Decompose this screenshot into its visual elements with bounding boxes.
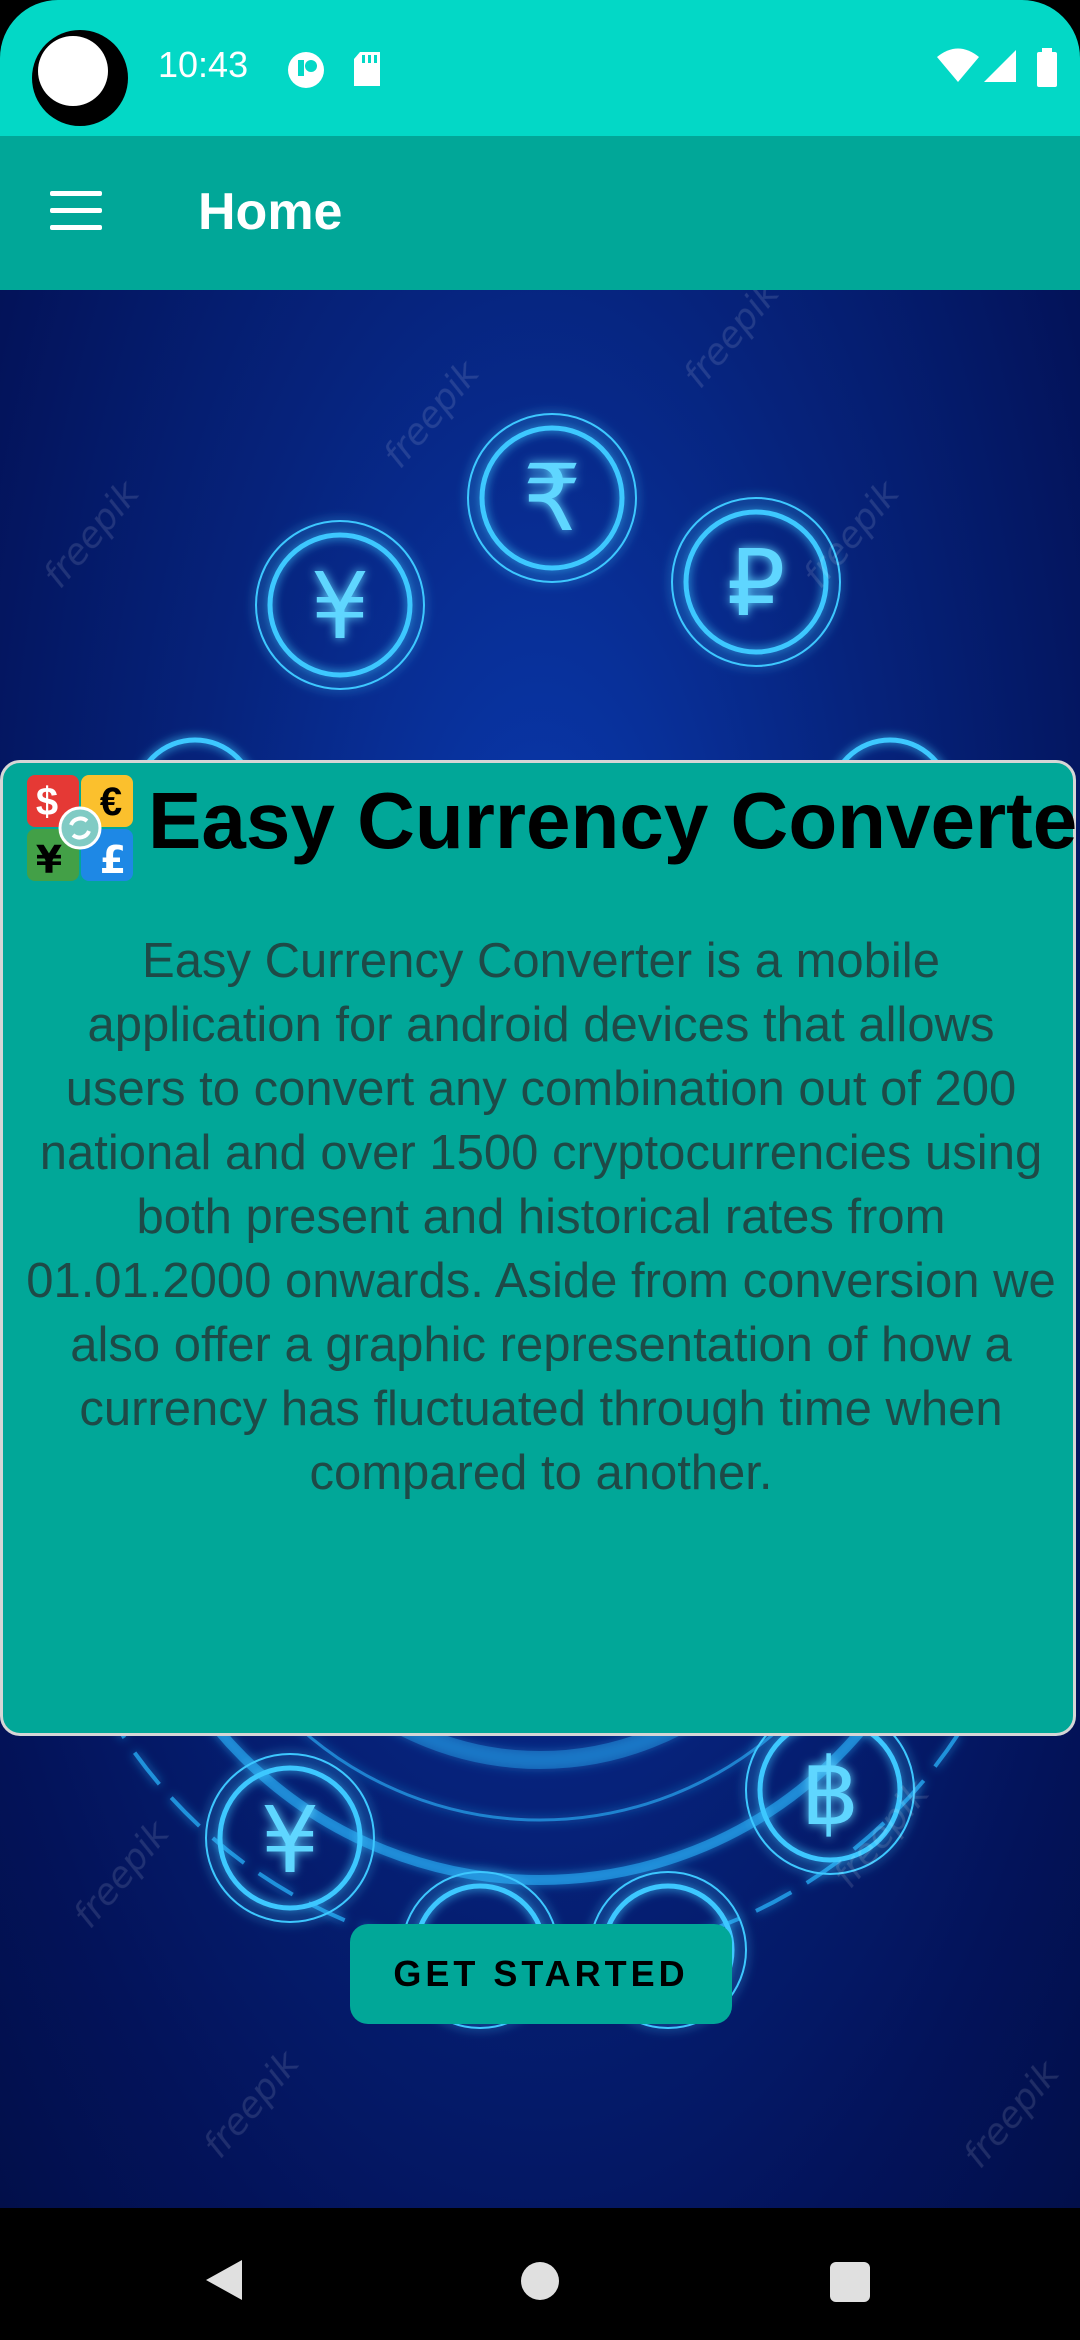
svg-text:¥: ¥: [36, 838, 62, 882]
cellular-signal-icon: [984, 50, 1016, 82]
back-icon[interactable]: [204, 2258, 244, 2302]
hamburger-menu-icon[interactable]: [50, 191, 104, 233]
svg-text:freepik: freepik: [375, 352, 488, 476]
system-navigation-bar: [0, 2208, 1080, 2340]
svg-text:$: $: [36, 780, 58, 824]
app-notification-icon: [288, 52, 324, 88]
svg-text:freepik: freepik: [65, 1812, 178, 1936]
ruble-symbol: ₽: [727, 530, 786, 637]
yen-symbol-bottom: ¥: [261, 1787, 320, 1894]
svg-text:freepik: freepik: [195, 2042, 308, 2166]
phone-screen: 10:43 Home ¥ ₹ ₽ ¥ ฿ freepik freepik fre…: [0, 0, 1080, 2340]
sd-card-icon: [354, 52, 380, 86]
page-title: Home: [198, 183, 343, 241]
app-info-card: $ € ¥ £ Easy Currency Converter Easy Cur…: [0, 760, 1080, 1736]
card-title: Easy Currency Converter: [148, 776, 1080, 865]
status-bar: 10:43: [0, 0, 1080, 136]
svg-text:freepik: freepik: [795, 472, 908, 596]
wifi-icon: [937, 48, 979, 82]
svg-text:freepik: freepik: [35, 472, 148, 596]
home-icon[interactable]: [521, 2262, 559, 2300]
baht-symbol: ฿: [801, 1739, 860, 1846]
battery-icon: [1037, 48, 1057, 87]
rupee-symbol: ₹: [523, 445, 582, 552]
svg-text:freepik: freepik: [955, 2052, 1068, 2176]
front-camera-cutout: [32, 30, 128, 126]
yen-symbol: ¥: [311, 553, 370, 660]
card-description: Easy Currency Converter is a mobile appl…: [26, 934, 1056, 1500]
svg-text:freepik: freepik: [675, 290, 788, 396]
svg-text:£: £: [100, 838, 126, 882]
recents-icon[interactable]: [830, 2262, 870, 2302]
currency-app-icon: $ € ¥ £: [27, 775, 133, 882]
get-started-button[interactable]: GET STARTED: [350, 1924, 732, 2024]
app-bar: Home: [0, 136, 1080, 290]
svg-text:€: €: [100, 780, 122, 824]
status-time: 10:43: [158, 44, 249, 85]
